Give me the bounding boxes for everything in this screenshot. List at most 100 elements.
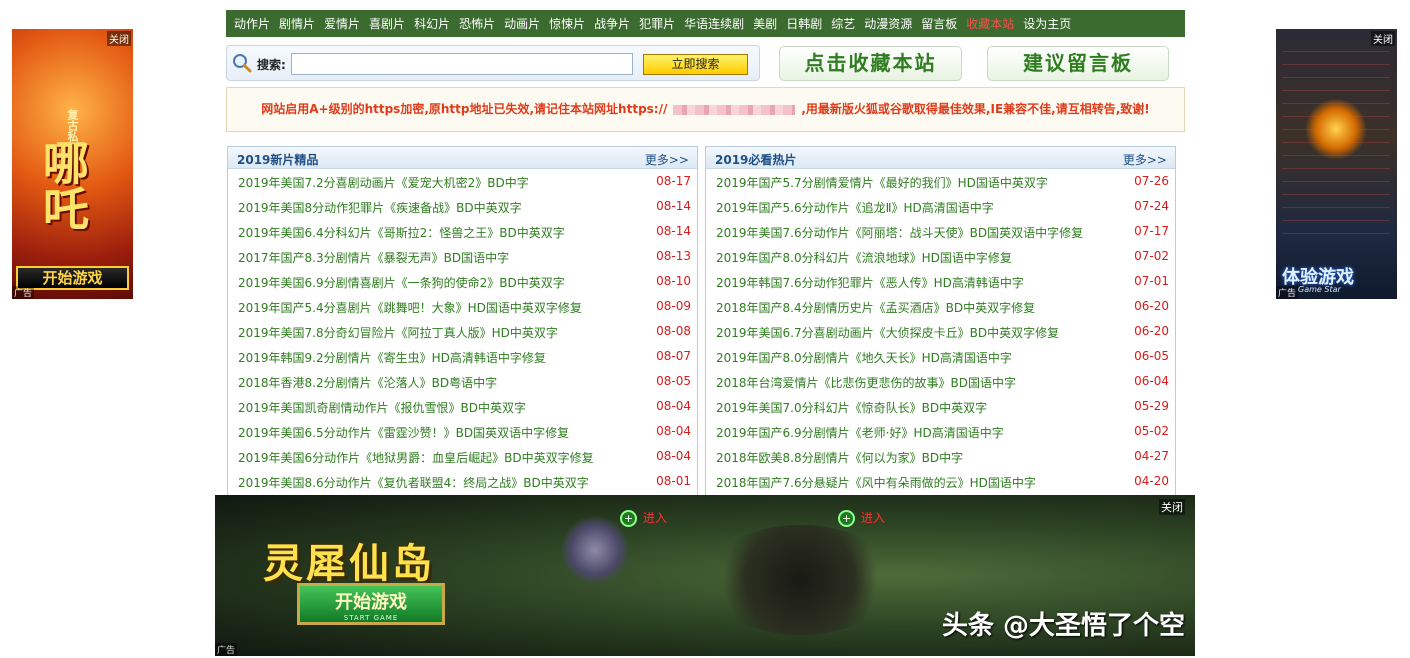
nav-item-bookmark[interactable]: 收藏本站 [966,15,1014,32]
list-item[interactable]: 2019年美国凯奇剧情动作片《报仇雪恨》BD中英双字 08-04 [228,394,697,419]
movie-link[interactable]: 2019年美国7.6分动作片《阿丽塔：战斗天使》BD国英双语中字修复 [716,224,1083,241]
list-item[interactable]: 2019年美国6.7分喜剧动画片《大侦探皮卡丘》BD中英双字修复 06-20 [706,319,1175,344]
movie-link[interactable]: 2019年美国凯奇剧情动作片《报仇雪恨》BD中英双字 [238,399,526,416]
movie-link[interactable]: 2019年美国6分动作片《地狱男爵：血皇后崛起》BD中英双字修复 [238,449,594,466]
list-item[interactable]: 2019年美国7.2分喜剧动画片《爱宠大机密2》BD中字 08-17 [228,169,697,194]
nav-item-crime[interactable]: 犯罪片 [639,15,675,32]
bottom-banner-ad[interactable]: + 进入 + 进入 灵犀仙岛 开始游戏 START GAME 关闭 广告 头条 @大圣… [215,495,1195,656]
list-item[interactable]: 2019年国产8.0分剧情片《地久天长》HD高清国语中字 06-05 [706,344,1175,369]
movie-date: 05-02 [1134,424,1169,438]
right-side-ad[interactable]: 体验游戏 Game Star 关闭 广告 [1276,29,1397,299]
nav-item-guestbook[interactable]: 留言板 [921,15,957,32]
nav-item-thriller[interactable]: 惊悚片 [549,15,585,32]
nav-item-comedy[interactable]: 喜剧片 [369,15,405,32]
message-board-button[interactable]: 建议留言板 [987,46,1169,81]
nav-item-jk-series[interactable]: 日韩剧 [786,15,822,32]
list-item[interactable]: 2019年国产8.0分科幻片《流浪地球》HD国语中字修复 07-02 [706,244,1175,269]
bookmark-site-button[interactable]: 点击收藏本站 [779,46,962,81]
movie-link[interactable]: 2019年国产5.7分剧情爱情片《最好的我们》HD国语中英双字 [716,174,1048,191]
nav-item-drama[interactable]: 剧情片 [279,15,315,32]
more-link[interactable]: 更多>> [1123,151,1167,168]
movie-link[interactable]: 2019年美国6.9分剧情喜剧片《一条狗的使命2》BD中英双字 [238,274,565,291]
left-side-ad[interactable]: 复古私服 哪吒 开始游戏 关闭 广告 [12,29,133,299]
movie-link[interactable]: 2019年美国6.7分喜剧动画片《大侦探皮卡丘》BD中英双字修复 [716,324,1059,341]
movie-link[interactable]: 2019年国产6.9分剧情片《老师·好》HD高清国语中字 [716,424,1004,441]
nav-item-war[interactable]: 战争片 [594,15,630,32]
movie-link[interactable]: 2019年美国7.2分喜剧动画片《爱宠大机密2》BD中字 [238,174,529,191]
ad-start-game-button[interactable]: 开始游戏 START GAME [297,583,445,625]
ad-enter-marker[interactable]: + 进入 [838,509,885,527]
movie-date: 08-05 [656,374,691,388]
list-item[interactable]: 2019年国产5.4分喜剧片《跳舞吧！大象》HD国语中英双字修复 08-09 [228,294,697,319]
notice-text-start: 网站启用A+级别的https加密,原http地址已失效,请记住本站网址https… [261,102,668,116]
nav-item-variety[interactable]: 综艺 [831,15,855,32]
list-item[interactable]: 2019年美国6.9分剧情喜剧片《一条狗的使命2》BD中英双字 08-10 [228,269,697,294]
list-item[interactable]: 2019年美国8.6分动作片《复仇者联盟4：终局之战》BD中英双字 08-01 [228,469,697,494]
nav-item-scifi[interactable]: 科幻片 [414,15,450,32]
movie-link[interactable]: 2019年韩国7.6分动作犯罪片《恶人传》HD高清韩语中字 [716,274,1024,291]
movie-date: 08-17 [656,174,691,188]
ad-close-button[interactable]: 关闭 [1371,31,1395,46]
list-item[interactable]: 2019年国产6.9分剧情片《老师·好》HD高清国语中字 05-02 [706,419,1175,444]
movie-date: 06-04 [1134,374,1169,388]
list-item[interactable]: 2018年香港8.2分剧情片《沦落人》BD粤语中字 08-05 [228,369,697,394]
movie-link[interactable]: 2019年国产8.0分科幻片《流浪地球》HD国语中字修复 [716,249,1012,266]
movie-link[interactable]: 2018年国产8.4分剧情历史片《孟买酒店》BD中英双字修复 [716,299,1035,316]
more-link[interactable]: 更多>> [645,151,689,168]
movie-link[interactable]: 2019年美国7.0分科幻片《惊奇队长》BD中英双字 [716,399,987,416]
movie-link[interactable]: 2019年美国6.5分动作片《雷霆沙赞！》BD国英双语中字修复 [238,424,569,441]
nav-item-chinese-series[interactable]: 华语连续剧 [684,15,744,32]
list-item[interactable]: 2019年美国7.0分科幻片《惊奇队长》BD中英双字 05-29 [706,394,1175,419]
list-item[interactable]: 2018年国产8.4分剧情历史片《孟买酒店》BD中英双字修复 06-20 [706,294,1175,319]
list-item[interactable]: 2017年国产8.3分剧情片《暴裂无声》BD国语中字 08-13 [228,244,697,269]
movie-date: 06-20 [1134,324,1169,338]
movie-date: 08-04 [656,399,691,413]
movie-link[interactable]: 2019年美国8.6分动作片《复仇者联盟4：终局之战》BD中英双字 [238,474,589,491]
cta-sub-label: START GAME [343,614,399,622]
nav-item-horror[interactable]: 恐怖片 [459,15,495,32]
nav-item-animation[interactable]: 动画片 [504,15,540,32]
nav-item-romance[interactable]: 爱情片 [324,15,360,32]
movie-link[interactable]: 2018年香港8.2分剧情片《沦落人》BD粤语中字 [238,374,497,391]
list-item[interactable]: 2019年美国8分动作犯罪片《疾速备战》BD中英双字 08-14 [228,194,697,219]
list-item[interactable]: 2018年台湾爱情片《比悲伤更悲伤的故事》BD国语中字 06-04 [706,369,1175,394]
movie-link[interactable]: 2019年美国7.8分奇幻冒险片《阿拉丁真人版》HD中英双字 [238,324,558,341]
https-notice: 网站启用A+级别的https加密,原http地址已失效,请记住本站网址https… [226,87,1185,132]
ad-close-button[interactable]: 关闭 [1159,499,1185,515]
movie-link[interactable]: 2018年国产7.6分悬疑片《风中有朵雨做的云》HD国语中字 [716,474,1036,491]
ad-enter-marker[interactable]: + 进入 [620,509,667,527]
search-bar: 搜索: 立即搜索 [226,45,760,81]
plus-icon: + [838,510,855,527]
ad-label: 广告 [215,643,238,656]
list-item[interactable]: 2019年韩国7.6分动作犯罪片《恶人传》HD高清韩语中字 07-01 [706,269,1175,294]
movie-link[interactable]: 2018年欧美8.8分剧情片《何以为家》BD中字 [716,449,963,466]
list-item[interactable]: 2019年美国7.6分动作片《阿丽塔：战斗天使》BD国英双语中字修复 07-17 [706,219,1175,244]
list-item[interactable]: 2019年韩国9.2分剧情片《寄生虫》HD高清韩语中字修复 08-07 [228,344,697,369]
nav-item-set-homepage[interactable]: 设为主页 [1023,15,1071,32]
ad-close-button[interactable]: 关闭 [107,31,131,46]
movie-link[interactable]: 2019年美国6.4分科幻片《哥斯拉2：怪兽之王》BD中英双字 [238,224,565,241]
movie-link[interactable]: 2019年韩国9.2分剧情片《寄生虫》HD高清韩语中字修复 [238,349,546,366]
movie-link[interactable]: 2019年国产5.6分动作片《追龙Ⅱ》HD高清国语中字 [716,199,994,216]
list-item[interactable]: 2019年国产5.7分剧情爱情片《最好的我们》HD国语中英双字 07-26 [706,169,1175,194]
movie-list: 2019年国产5.7分剧情爱情片《最好的我们》HD国语中英双字 07-26 201… [706,169,1175,494]
movie-link[interactable]: 2019年国产8.0分剧情片《地久天长》HD高清国语中字 [716,349,1012,366]
list-item[interactable]: 2019年国产5.6分动作片《追龙Ⅱ》HD高清国语中字 07-24 [706,194,1175,219]
list-item[interactable]: 2018年欧美8.8分剧情片《何以为家》BD中字 04-27 [706,444,1175,469]
list-item[interactable]: 2019年美国6分动作片《地狱男爵：血皇后崛起》BD中英双字修复 08-04 [228,444,697,469]
movie-link[interactable]: 2018年台湾爱情片《比悲伤更悲伤的故事》BD国语中字 [716,374,1016,391]
search-button[interactable]: 立即搜索 [643,54,748,75]
list-item[interactable]: 2019年美国7.8分奇幻冒险片《阿拉丁真人版》HD中英双字 08-08 [228,319,697,344]
list-item[interactable]: 2018年国产7.6分悬疑片《风中有朵雨做的云》HD国语中字 04-20 [706,469,1175,494]
notice-text-end: ,用最新版火狐或谷歌取得最佳效果,IE兼容不佳,请互相转告,致谢! [801,102,1150,116]
panel-header: 2019必看热片 更多>> [706,147,1175,169]
list-item[interactable]: 2019年美国6.4分科幻片《哥斯拉2：怪兽之王》BD中英双字 08-14 [228,219,697,244]
nav-item-action[interactable]: 动作片 [234,15,270,32]
nav-item-anime[interactable]: 动漫资源 [864,15,912,32]
movie-link[interactable]: 2019年国产5.4分喜剧片《跳舞吧！大象》HD国语中英双字修复 [238,299,582,316]
nav-item-us-series[interactable]: 美剧 [753,15,777,32]
movie-link[interactable]: 2019年美国8分动作犯罪片《疾速备战》BD中英双字 [238,199,522,216]
movie-link[interactable]: 2017年国产8.3分剧情片《暴裂无声》BD国语中字 [238,249,509,266]
search-input[interactable] [291,53,633,75]
list-item[interactable]: 2019年美国6.5分动作片《雷霆沙赞！》BD国英双语中字修复 08-04 [228,419,697,444]
